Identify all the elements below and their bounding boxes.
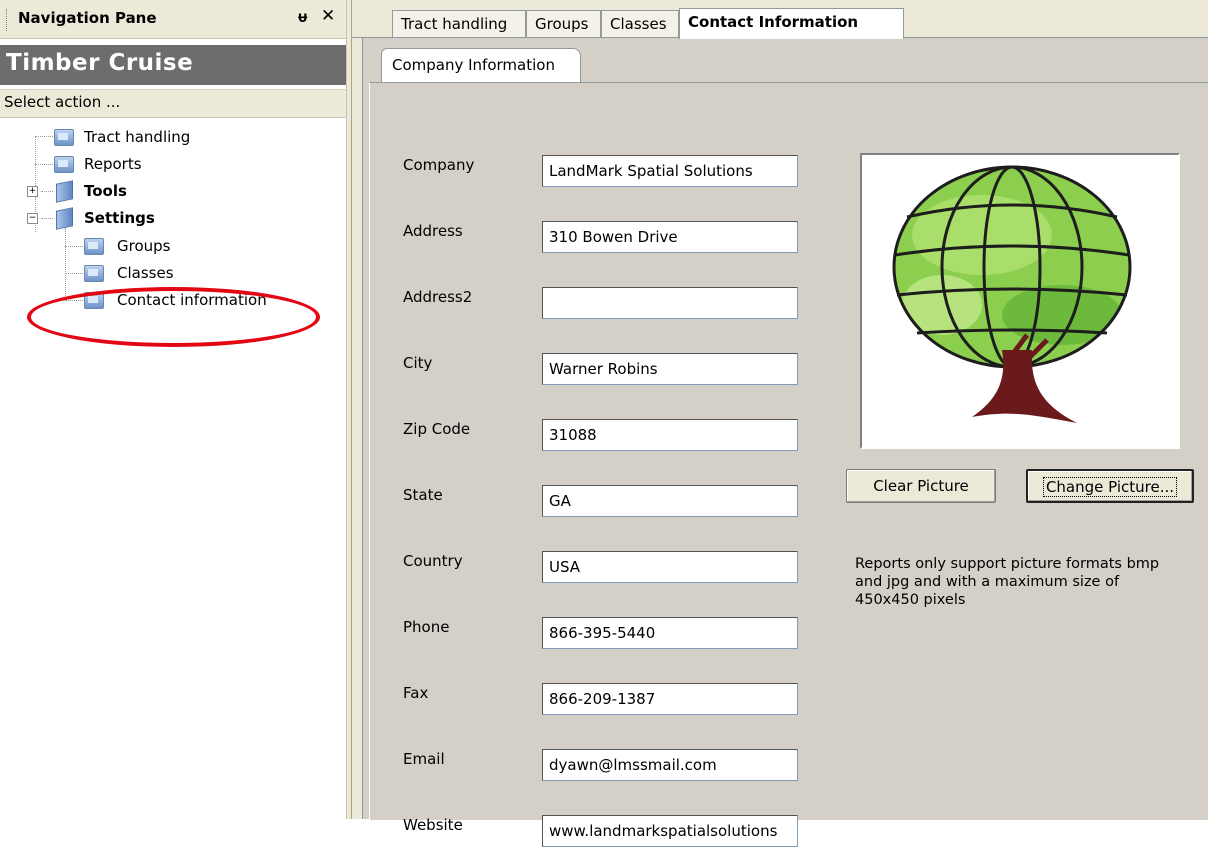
tree-item-reports[interactable]: Reports [0,153,346,175]
picture-format-note: Reports only support picture formats bmp… [855,556,1160,608]
tree-item-settings[interactable]: − Settings [0,207,346,230]
contact-information-panel: Company Information Company LandMark Spa… [362,38,1208,847]
country-field[interactable]: USA [542,551,798,583]
tree-item-label: Groups [117,237,171,255]
tract-handling-icon [54,129,74,146]
clear-picture-button[interactable]: Clear Picture [846,469,996,503]
expand-plus-icon[interactable]: + [27,186,38,197]
state-label: State [403,486,443,504]
tab-contact-information[interactable]: Contact Information [679,8,904,39]
website-field[interactable]: www.landmarkspatialsolutions [542,815,798,847]
classes-icon [84,265,104,282]
highlight-ellipse [27,287,320,347]
tree-item-label: Classes [117,264,174,282]
company-label: Company [403,156,475,174]
address-field[interactable]: 310 Bowen Drive [542,221,798,253]
tab-strip: Tract handling Groups Classes Contact In… [352,0,1208,39]
settings-folder-icon [56,207,73,230]
company-field[interactable]: LandMark Spatial Solutions [542,155,798,187]
tools-folder-icon [56,180,73,203]
tab-classes[interactable]: Classes [601,10,679,37]
select-action-label: Select action ... [4,93,121,111]
company-picture [860,153,1180,449]
fax-label: Fax [403,684,429,702]
tab-tract-handling[interactable]: Tract handling [392,10,526,37]
pin-icon[interactable]: ᵾ [298,7,307,27]
app-title-bar: Timber Cruise [0,45,346,85]
navigation-pane: Navigation Pane ᵾ ✕ Timber Cruise Select… [0,0,346,819]
navigation-pane-title: Navigation Pane [18,9,157,27]
phone-field[interactable]: 866-395-5440 [542,617,798,649]
change-picture-button[interactable]: Change Picture... [1026,469,1194,503]
tree-globe-logo-icon [892,165,1132,423]
tree-item-tools[interactable]: + Tools [0,180,346,203]
phone-label: Phone [403,618,450,636]
change-picture-label: Change Picture... [1042,477,1178,497]
tab-groups[interactable]: Groups [526,10,601,37]
company-information-panel: Company LandMark Spatial Solutions Addre… [369,82,1208,847]
email-field[interactable]: dyawn@lmssmail.com [542,749,798,781]
main-area: Tract handling Groups Classes Contact In… [352,0,1208,847]
app-title: Timber Cruise [6,50,194,76]
groups-icon [84,238,104,255]
city-label: City [403,354,433,372]
tree-item-tract-handling[interactable]: Tract handling [0,126,346,148]
email-label: Email [403,750,445,768]
select-action-bar: Select action ... [0,89,346,118]
city-field[interactable]: Warner Robins [542,353,798,385]
grip-handle[interactable] [6,9,9,31]
collapse-minus-icon[interactable]: − [27,213,38,224]
address2-field[interactable] [542,287,798,319]
tree-item-label: Tract handling [84,128,191,146]
address2-label: Address2 [403,288,473,306]
close-icon[interactable]: ✕ [321,6,335,26]
reports-icon [54,156,74,173]
tree-item-classes[interactable]: Classes [0,262,346,284]
zip-code-label: Zip Code [403,420,471,438]
zip-code-field[interactable]: 31088 [542,419,798,451]
tree-item-label: Tools [84,182,127,200]
tree-item-groups[interactable]: Groups [0,235,346,257]
address-label: Address [403,222,463,240]
fax-field[interactable]: 866-209-1387 [542,683,798,715]
tree-item-label: Reports [84,155,142,173]
state-field[interactable]: GA [542,485,798,517]
tab-company-information[interactable]: Company Information [381,48,581,82]
country-label: Country [403,552,463,570]
tree-item-label: Settings [84,209,155,227]
navigation-pane-header: Navigation Pane ᵾ ✕ [0,0,346,39]
